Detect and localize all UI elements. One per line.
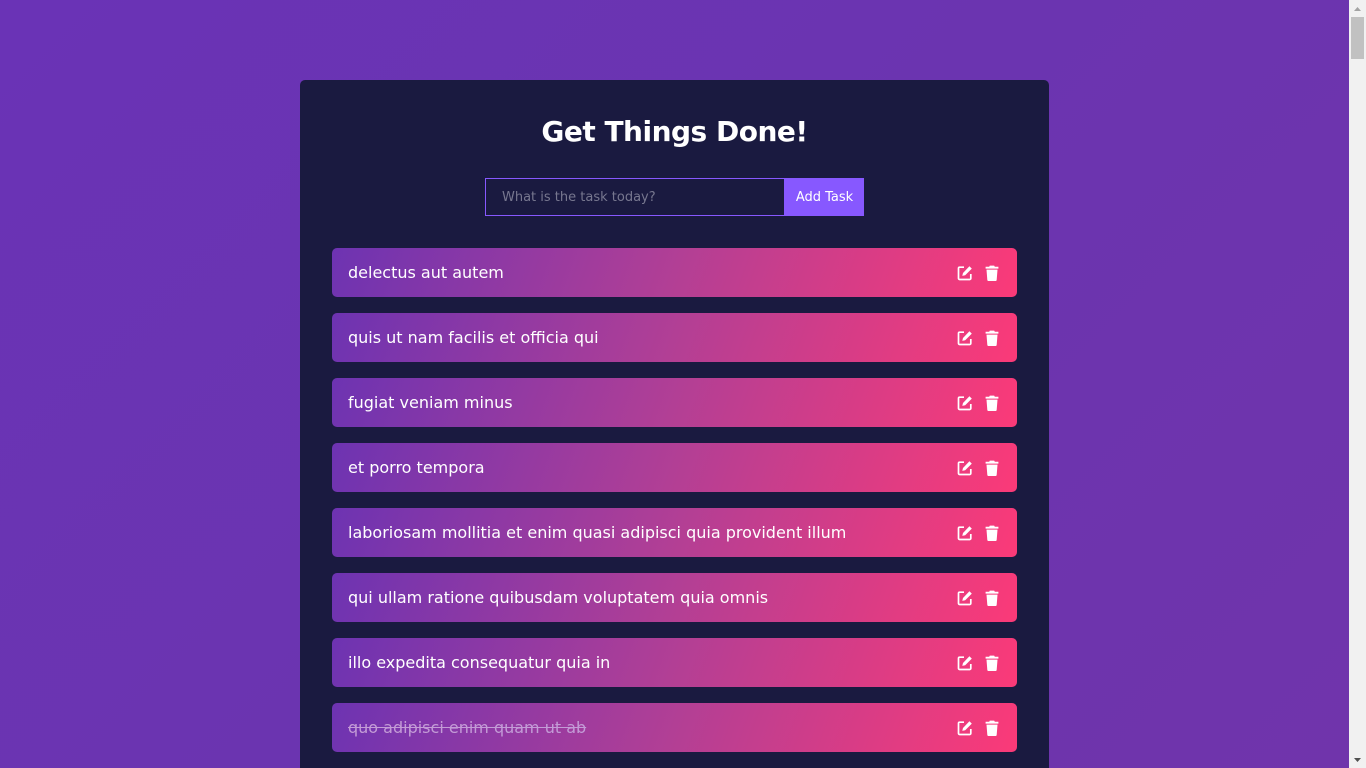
todo-text[interactable]: fugiat veniam minus <box>348 393 513 413</box>
edit-icon[interactable] <box>957 394 973 411</box>
trash-icon[interactable] <box>984 394 1000 411</box>
trash-icon[interactable] <box>984 589 1000 606</box>
page-viewport: Get Things Done! Add Task delectus aut a… <box>0 0 1349 768</box>
todo-item[interactable]: qui ullam ratione quibusdam voluptatem q… <box>332 573 1017 622</box>
add-task-button[interactable]: Add Task <box>785 178 864 216</box>
page-title: Get Things Done! <box>541 115 808 148</box>
edit-icon[interactable] <box>957 459 973 476</box>
todo-item[interactable]: delectus aut autem <box>332 248 1017 297</box>
todo-actions <box>957 719 1001 736</box>
edit-icon[interactable] <box>957 524 973 541</box>
todo-actions <box>957 264 1001 281</box>
todo-actions <box>957 459 1001 476</box>
scroll-up-arrow-icon[interactable] <box>1349 0 1366 17</box>
trash-icon[interactable] <box>984 329 1000 346</box>
vertical-scrollbar[interactable] <box>1349 0 1366 768</box>
todo-item[interactable]: laboriosam mollitia et enim quasi adipis… <box>332 508 1017 557</box>
todo-text[interactable]: et porro tempora <box>348 458 485 478</box>
todo-actions <box>957 589 1001 606</box>
todo-text[interactable]: quis ut nam facilis et officia qui <box>348 328 599 348</box>
edit-icon[interactable] <box>957 654 973 671</box>
scrollbar-thumb[interactable] <box>1351 17 1364 59</box>
todo-actions <box>957 394 1001 411</box>
trash-icon[interactable] <box>984 719 1000 736</box>
add-task-form: Add Task <box>485 178 864 216</box>
todo-actions <box>957 654 1001 671</box>
todo-actions <box>957 329 1001 346</box>
todo-text[interactable]: laboriosam mollitia et enim quasi adipis… <box>348 523 846 543</box>
trash-icon[interactable] <box>984 459 1000 476</box>
task-input[interactable] <box>485 178 785 216</box>
scroll-down-arrow-icon[interactable] <box>1349 751 1366 768</box>
todo-actions <box>957 524 1001 541</box>
todo-item[interactable]: illo expedita consequatur quia in <box>332 638 1017 687</box>
edit-icon[interactable] <box>957 264 973 281</box>
trash-icon[interactable] <box>984 264 1000 281</box>
todo-item[interactable]: quis ut nam facilis et officia qui <box>332 313 1017 362</box>
todo-list: delectus aut autem quis ut nam facilis et… <box>332 248 1017 768</box>
todo-text[interactable]: delectus aut autem <box>348 263 504 283</box>
todo-item[interactable]: fugiat veniam minus <box>332 378 1017 427</box>
todo-item[interactable]: quo adipisci enim quam ut ab <box>332 703 1017 752</box>
edit-icon[interactable] <box>957 589 973 606</box>
todo-item[interactable]: et porro tempora <box>332 443 1017 492</box>
todo-text[interactable]: illo expedita consequatur quia in <box>348 653 610 673</box>
todo-text[interactable]: quo adipisci enim quam ut ab <box>348 718 586 738</box>
trash-icon[interactable] <box>984 654 1000 671</box>
trash-icon[interactable] <box>984 524 1000 541</box>
edit-icon[interactable] <box>957 329 973 346</box>
edit-icon[interactable] <box>957 719 973 736</box>
todo-text[interactable]: qui ullam ratione quibusdam voluptatem q… <box>348 588 768 608</box>
